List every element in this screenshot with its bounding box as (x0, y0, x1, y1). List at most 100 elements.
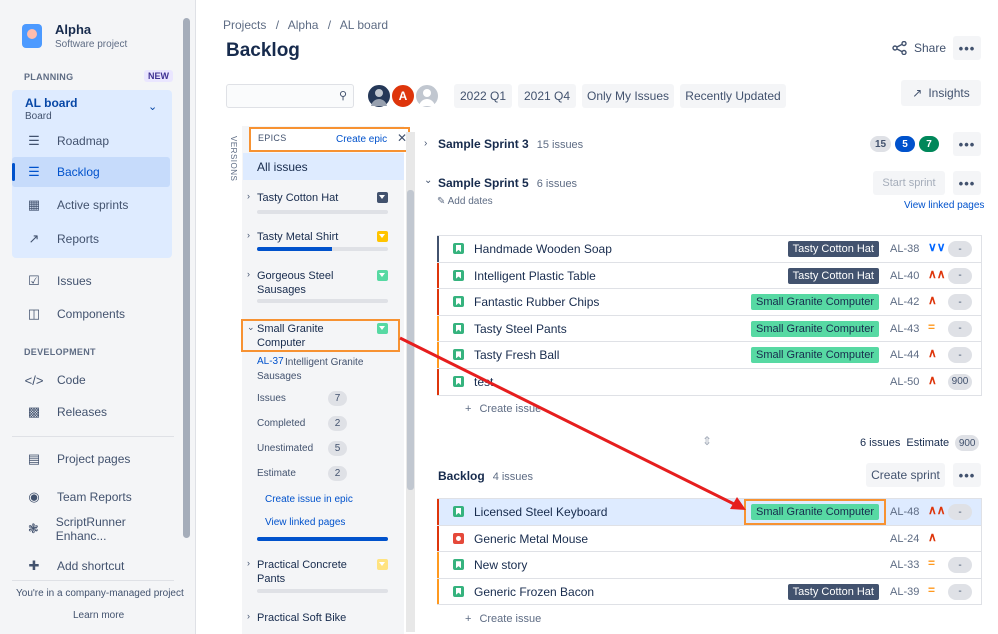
estimate-badge[interactable]: - (948, 267, 972, 284)
sprint-3-more-button[interactable]: ••• (953, 132, 981, 156)
project-avatar-icon[interactable] (22, 24, 42, 48)
epic-lozenge[interactable]: Small Granite Computer (751, 347, 879, 364)
avatar-unassigned[interactable] (414, 83, 440, 109)
issue-row[interactable]: Generic Metal Mouse AL-24 ∧ (437, 525, 981, 553)
breadcrumb-board[interactable]: AL board (340, 18, 388, 32)
sidebar-item-active-sprints[interactable]: ▦ Active sprints (12, 190, 170, 220)
create-issue-button[interactable]: + Create issue (465, 613, 541, 625)
epic-color-dropdown-icon[interactable] (377, 231, 388, 242)
issue-key[interactable]: AL-38 (890, 243, 919, 255)
issue-summary[interactable]: Licensed Steel Keyboard (474, 505, 607, 519)
epic-lozenge[interactable]: Tasty Cotton Hat (787, 241, 879, 257)
all-issues-item[interactable]: All issues (243, 153, 404, 180)
page-more-button[interactable]: ••• (953, 36, 981, 60)
sidebar-item-releases[interactable]: ▩ Releases (12, 397, 170, 427)
sidebar-item-project-pages[interactable]: ▤ Project pages (12, 444, 170, 474)
sidebar-item-code[interactable]: </> Code (12, 365, 170, 395)
chevron-right-icon[interactable]: › (424, 138, 427, 149)
estimate-badge[interactable]: 900 (948, 373, 972, 390)
epic-item-gorgeous-steel-sausages[interactable]: › Gorgeous Steel Sausages (243, 269, 404, 305)
versions-tab[interactable]: VERSIONS (226, 136, 238, 181)
epic-item-tasty-metal-shirt[interactable]: › Tasty Metal Shirt (243, 230, 404, 256)
sidebar-item-issues[interactable]: ☑ Issues (12, 266, 170, 296)
filter-2022-q1[interactable]: 2022 Q1 (454, 84, 512, 108)
create-sprint-button[interactable]: Create sprint (866, 463, 945, 487)
epic-lozenge[interactable]: Tasty Cotton Hat (787, 583, 879, 600)
issue-key[interactable]: AL-24 (890, 533, 919, 545)
estimate-badge[interactable]: - (948, 294, 972, 311)
sidebar-item-reports[interactable]: ↗ Reports (12, 224, 170, 254)
issue-row[interactable]: New story AL-33 = - (437, 552, 981, 579)
epic-item-practical-concrete-pants[interactable]: › Practical Concrete Pants (243, 558, 404, 594)
filter-recently-updated[interactable]: Recently Updated (680, 84, 786, 108)
issue-row[interactable]: Generic Frozen Bacon Tasty Cotton Hat AL-3… (437, 578, 981, 606)
issue-summary[interactable]: test (474, 375, 493, 389)
search-input[interactable]: ⚲ (226, 84, 354, 108)
estimate-badge[interactable]: - (948, 557, 972, 574)
epic-lozenge[interactable]: Tasty Cotton Hat (787, 267, 879, 284)
sidebar-scrollbar[interactable] (181, 8, 191, 578)
estimate-badge[interactable]: - (948, 320, 972, 337)
chevron-down-icon[interactable]: ⌄ (424, 175, 432, 186)
chevron-down-icon[interactable]: ⌄ (148, 100, 157, 113)
backlog-header[interactable]: Backlog 4 issues (438, 469, 533, 483)
sprint-5-header[interactable]: Sample Sprint 5 6 issues (438, 176, 577, 190)
board-name[interactable]: AL board (25, 96, 77, 110)
sidebar-item-scriptrunner[interactable]: ❃ ScriptRunner Enhanc... (12, 514, 170, 544)
issue-row[interactable]: Fantastic Rubber Chips Small Granite Comp… (437, 289, 981, 316)
issue-key[interactable]: AL-48 (890, 506, 919, 518)
issue-summary[interactable]: Handmade Wooden Soap (474, 242, 612, 256)
issue-summary[interactable]: Generic Frozen Bacon (474, 585, 594, 599)
view-linked-pages-link[interactable]: View linked pages (904, 200, 984, 211)
sidebar-item-backlog[interactable]: ☰ Backlog (12, 157, 170, 187)
add-dates-link[interactable]: ✎ Add dates (437, 196, 493, 207)
insights-button[interactable]: ↗ Insights (901, 80, 981, 106)
issue-row[interactable]: Handmade Wooden Soap Tasty Cotton Hat AL-3… (437, 236, 981, 263)
avatar-user-photo[interactable] (366, 83, 392, 109)
filter-only-my-issues[interactable]: Only My Issues (582, 84, 674, 108)
epic-lozenge[interactable]: Small Granite Computer (751, 294, 879, 311)
chevron-right-icon[interactable]: › (247, 611, 250, 621)
create-epic-link[interactable]: Create epic (336, 134, 387, 145)
epic-color-dropdown-icon[interactable] (377, 192, 388, 203)
epic-color-dropdown-icon[interactable] (377, 270, 388, 281)
sidebar-item-roadmap[interactable]: ☰ Roadmap (12, 126, 170, 156)
chevron-right-icon[interactable]: › (247, 230, 250, 240)
issue-key[interactable]: AL-44 (890, 349, 919, 361)
estimate-badge[interactable]: - (948, 241, 972, 257)
view-linked-pages-link[interactable]: View linked pages (265, 517, 345, 528)
issue-row[interactable]: Intelligent Plastic Table Tasty Cotton Ha… (437, 262, 981, 290)
issue-summary[interactable]: Tasty Steel Pants (474, 322, 567, 336)
project-name[interactable]: Alpha (55, 22, 91, 37)
chevron-right-icon[interactable]: › (247, 191, 250, 201)
issue-row[interactable]: test AL-50 ∧ 900 (437, 368, 981, 396)
chevron-right-icon[interactable]: › (247, 558, 250, 568)
resize-handle-icon[interactable]: ⇕ (702, 434, 712, 448)
sprint-3-header[interactable]: Sample Sprint 3 15 issues (438, 137, 583, 151)
epic-item-practical-soft-bike[interactable]: › Practical Soft Bike (243, 611, 404, 631)
create-issue-button[interactable]: + Create issue (465, 403, 541, 415)
share-button[interactable]: Share (892, 38, 946, 58)
epic-item-tasty-cotton-hat[interactable]: › Tasty Cotton Hat (243, 191, 404, 217)
issue-row[interactable]: Tasty Steel Pants Small Granite Computer A… (437, 315, 981, 343)
backlog-more-button[interactable]: ••• (953, 463, 981, 487)
epic-color-dropdown-icon[interactable] (377, 559, 388, 570)
breadcrumb-alpha[interactable]: Alpha (288, 18, 319, 32)
issue-key[interactable]: AL-40 (890, 270, 919, 282)
breadcrumb-projects[interactable]: Projects (223, 18, 266, 32)
estimate-badge[interactable]: - (948, 347, 972, 364)
issue-summary[interactable]: Tasty Fresh Ball (474, 348, 559, 362)
chevron-right-icon[interactable]: › (247, 269, 250, 279)
learn-more-link[interactable]: Learn more (73, 610, 124, 621)
filter-2021-q4[interactable]: 2021 Q4 (518, 84, 576, 108)
issue-summary[interactable]: Fantastic Rubber Chips (474, 295, 599, 309)
sidebar-item-components[interactable]: ◫ Components (12, 299, 170, 329)
issue-key[interactable]: AL-33 (890, 559, 919, 571)
issue-key[interactable]: AL-42 (890, 296, 919, 308)
issue-summary[interactable]: Generic Metal Mouse (474, 532, 588, 546)
issue-key[interactable]: AL-39 (890, 586, 919, 598)
start-sprint-button[interactable]: Start sprint (873, 171, 945, 195)
epic-lozenge[interactable]: Small Granite Computer (751, 320, 879, 337)
issue-row[interactable]: Tasty Fresh Ball Small Granite Computer AL… (437, 342, 981, 369)
create-issue-in-epic-link[interactable]: Create issue in epic (265, 494, 353, 505)
